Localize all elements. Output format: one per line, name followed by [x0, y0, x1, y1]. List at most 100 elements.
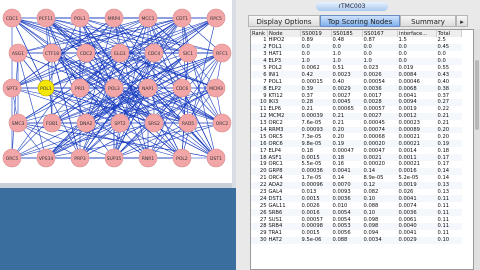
- node[interactable]: RAD5: [178, 113, 198, 133]
- table-row[interactable]: 21 ORC4 1.7e-05 0.14 8.9e-05 5.2e-05 0.14: [251, 175, 462, 182]
- column-header[interactable]: interface...: [397, 30, 437, 37]
- node[interactable]: MRP4: [104, 8, 124, 28]
- column-header[interactable]: Node: [267, 30, 301, 37]
- table-row[interactable]: 15 ORC5 7.3e-05 0.20 0.00068 0.00021 0.20: [251, 133, 462, 140]
- table-row[interactable]: 4 ELP3 1.0 1.0 1.0 0.0 0.0: [251, 57, 462, 65]
- node[interactable]: CDC2: [76, 43, 96, 63]
- node[interactable]: POL1: [70, 8, 90, 28]
- column-header[interactable]: Total: [436, 30, 462, 37]
- node[interactable]: CTF18: [42, 43, 62, 63]
- table-cell: 0.0054: [331, 209, 363, 217]
- node[interactable]: CDC4: [144, 43, 164, 63]
- node[interactable]: POL2: [172, 148, 192, 168]
- table-cell: 0.0014: [398, 147, 417, 154]
- node-selected[interactable]: POL1: [37, 79, 55, 97]
- table-row[interactable]: 6 INI1 0.42 0.0023 0.0026 0.0084 0.43: [251, 71, 462, 79]
- node[interactable]: FOB1: [42, 113, 62, 133]
- node[interactable]: DST1: [206, 148, 226, 168]
- table-cell: 0.43: [436, 71, 462, 79]
- node-label: POL1: [40, 86, 52, 92]
- table-cell: 7.3e-05: [301, 133, 322, 140]
- node[interactable]: PRI1: [70, 78, 90, 98]
- table-row[interactable]: 23 GAL4 0.013 0.0093 0.082 0.026 0.13: [251, 189, 462, 196]
- table-row[interactable]: 27 SUS1 0.00057 0.0054 0.098 0.0061 0.11: [251, 216, 462, 223]
- node[interactable]: SPT3: [2, 78, 22, 98]
- table-row[interactable]: 8 ELP2 0.39 0.0029 0.0036 0.0068 0.38: [251, 85, 462, 93]
- node[interactable]: NAP1: [138, 78, 158, 98]
- table-row[interactable]: 26 SRB6 0.0016 0.0054 0.10 0.0036 0.11: [251, 209, 462, 217]
- node[interactable]: ASG1: [8, 43, 28, 63]
- table-cell: GRP8: [267, 167, 301, 175]
- column-header[interactable]: Rank: [251, 30, 268, 37]
- table-row[interactable]: 20 GRP8 0.00036 0.0041 0.14 0.0016 0.14: [251, 167, 462, 175]
- node[interactable]: SMC3: [8, 113, 28, 133]
- table-cell: ELP6: [268, 106, 282, 113]
- table-row[interactable]: 9 KTI12 0.37 0.0027 0.0017 0.0041 0.37: [251, 92, 462, 99]
- node[interactable]: MCC1: [138, 8, 158, 28]
- table-scroll-thumb[interactable]: [475, 60, 479, 130]
- table-row[interactable]: 10 IKI3 0.28 0.0045 0.0028 0.0094 0.27: [251, 99, 462, 106]
- table-cell: 12: [251, 112, 268, 120]
- table-cell: 28: [251, 223, 268, 230]
- table-row[interactable]: 5 POL2 0.0062 0.51 0.023 0.019 0.55: [251, 65, 462, 72]
- table-row[interactable]: 18 ASF1 0.0015 0.18 0.0021 0.0011 0.17: [251, 154, 462, 162]
- node[interactable]: MCM3: [206, 78, 226, 98]
- tab-scroll-right-icon[interactable]: ▸: [456, 15, 468, 27]
- tab-display-options[interactable]: Display Options: [248, 15, 320, 27]
- node[interactable]: RFC1: [212, 43, 232, 63]
- table-cell: 0.55: [437, 65, 450, 71]
- node[interactable]: PRP3: [70, 148, 90, 168]
- table-row[interactable]: 12 MCM2 0.00039 0.21 0.0027 0.0012 0.21: [251, 112, 462, 120]
- node[interactable]: ORC2: [212, 113, 232, 133]
- table-row[interactable]: 14 RRM3 0.00093 0.20 0.00074 0.00089 0.20: [251, 126, 462, 134]
- node[interactable]: SRS2: [144, 113, 164, 133]
- table-row[interactable]: 29 TRA1 0.0015 0.0056 0.094 0.0041 0.11: [251, 230, 462, 237]
- table-row[interactable]: 13 ORC2 7.6e-05 0.21 0.00045 0.00023 0.21: [251, 120, 462, 127]
- node[interactable]: CDT1: [172, 8, 192, 28]
- table-cell: 0.18: [437, 147, 450, 154]
- table-row[interactable]: 17 ELP4 0.18 0.00047 0.00047 0.0014 0.18: [251, 147, 462, 154]
- network-graph[interactable]: CDC1 PCF11 POL1 MRP4 MCC1 CDT1 RPC5 ASG1 CTF18 CD…: [0, 0, 232, 183]
- node[interactable]: CDC6: [172, 78, 192, 98]
- table-row[interactable]: 22 ADA2 0.00096 0.0070 0.12 0.0019 0.13: [251, 181, 462, 189]
- node-label: DST1: [210, 156, 222, 162]
- table-cell: ADA2: [267, 181, 301, 189]
- table-row[interactable]: 24 DST1 0.0015 0.0036 0.10 0.0041 0.11: [251, 195, 462, 203]
- table-row[interactable]: 28 SRB4 0.00098 0.0053 0.098 0.0040 0.11: [251, 223, 462, 230]
- node[interactable]: SUP35: [104, 148, 124, 168]
- node-label: SPT3: [6, 86, 17, 92]
- table-row[interactable]: 3 HAT1 0.0 1.0 0.0 0.0 0.0: [251, 51, 462, 58]
- table-row[interactable]: 2 FOL1 0.0 0.0 0.0 0.0 0.45: [251, 43, 462, 51]
- node[interactable]: SIC1: [178, 43, 198, 63]
- column-header[interactable]: SS0019: [300, 30, 332, 37]
- table-cell: 19: [259, 161, 267, 168]
- node[interactable]: ORC5: [2, 148, 22, 168]
- column-header[interactable]: SS0167: [362, 30, 398, 37]
- node[interactable]: POL3: [104, 78, 124, 98]
- node[interactable]: RNR1: [138, 148, 158, 168]
- table-cell: 0.0034: [362, 236, 398, 244]
- table-row[interactable]: 11 ELP6 0.21 0.00065 0.00057 0.0019 0.22: [251, 106, 462, 113]
- tab-top-scoring-nodes[interactable]: Top Scoring Nodes: [320, 15, 400, 27]
- node[interactable]: SPT2: [110, 113, 130, 133]
- table-row[interactable]: 19 ORC1 5.5e-05 0.16 0.00020 0.00021 0.17: [251, 161, 462, 168]
- network-view[interactable]: CDC1 PCF11 POL1 MRP4 MCC1 CDT1 RPC5 ASG1 CTF18 CD…: [0, 0, 232, 183]
- table-cell: 0.48: [332, 37, 345, 44]
- node[interactable]: ELG1: [110, 43, 130, 63]
- tab-summary[interactable]: Summary: [400, 15, 456, 27]
- table-row[interactable]: 30 HAT2 9.5e-06 0.088 0.0034 0.0029 0.10: [251, 236, 462, 244]
- table-row[interactable]: 25 GAL11 0.0026 0.010 0.088 0.0074 0.11: [251, 202, 462, 209]
- node[interactable]: DNA2: [76, 113, 96, 133]
- node[interactable]: RPC5: [206, 8, 226, 28]
- node[interactable]: VPS34: [36, 148, 56, 168]
- node[interactable]: PCF11: [36, 8, 56, 28]
- table-cell: 0.0040: [397, 223, 437, 230]
- table-row[interactable]: 1 HIPO2 0.89 0.48 0.87 1.5 2.5: [251, 37, 462, 44]
- table-row[interactable]: 7 POL1 0.00015 0.40 0.00054 0.00046 0.40: [251, 78, 462, 85]
- node-label: ORC2: [216, 121, 229, 127]
- table-cell: 0.17: [437, 161, 450, 168]
- node[interactable]: CDC1: [2, 8, 22, 28]
- column-header[interactable]: SS0185: [331, 30, 363, 37]
- table-row[interactable]: 16 ORC6 9.8e-05 0.19 0.00020 0.00021 0.19: [251, 140, 462, 148]
- node-label: CDC1: [6, 16, 19, 22]
